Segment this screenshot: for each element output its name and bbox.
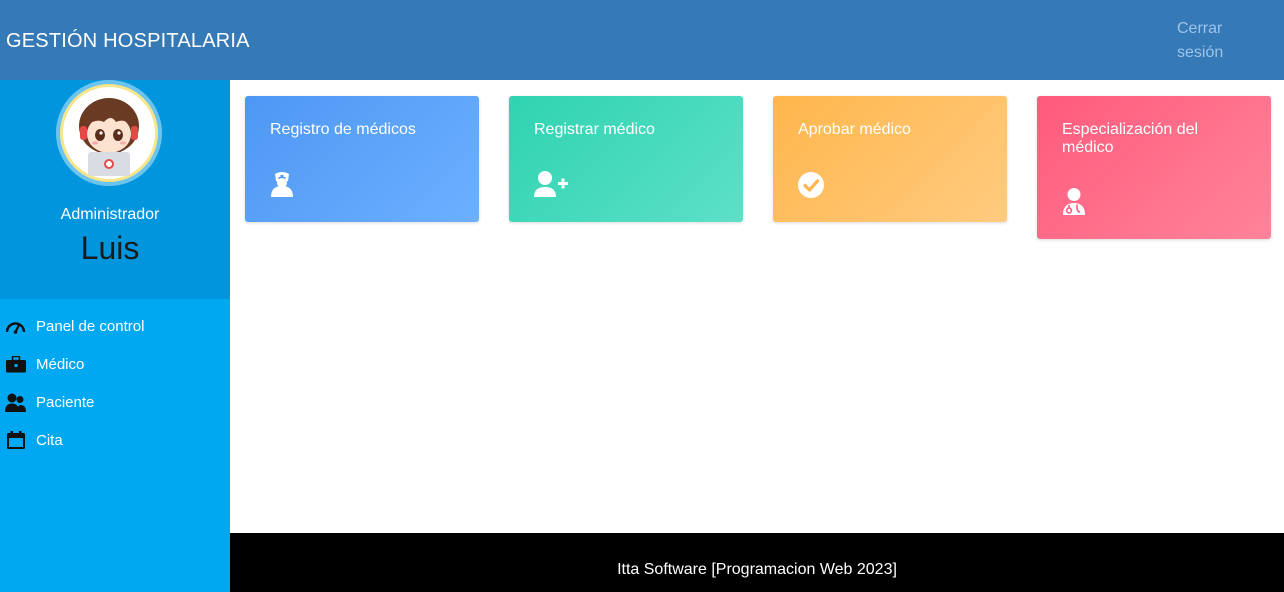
sidebar-item-paciente[interactable]: Paciente xyxy=(0,383,230,421)
user-name: Luis xyxy=(80,230,140,266)
app-title[interactable]: GESTIÓN HOSPITALARIA xyxy=(6,30,250,53)
calendar-icon xyxy=(5,430,26,450)
sidebar-item-panel-de-control[interactable]: Panel de control xyxy=(0,307,230,345)
sidebar-item-label: Cita xyxy=(36,431,63,449)
footer-text: Itta Software [Programacion Web 2023] xyxy=(617,560,897,578)
logout-link[interactable]: Cerrar sesión xyxy=(1177,17,1257,65)
sidebar-item-label: Panel de control xyxy=(36,317,145,335)
user-role: Administrador xyxy=(60,206,160,223)
sidebar-item-label: Médico xyxy=(36,355,85,373)
footer: Itta Software [Programacion Web 2023] xyxy=(230,533,1284,592)
doctor-icon xyxy=(270,171,294,202)
sidebar: Administrador Luis Panel de control Médi… xyxy=(0,80,230,592)
card-title: Registrar médico xyxy=(534,121,655,138)
card-registro-de-medicos[interactable]: Registro de médicos xyxy=(245,96,479,222)
card-aprobar-medico[interactable]: Aprobar médico xyxy=(773,96,1007,222)
users-icon xyxy=(5,392,26,412)
check-circle-icon xyxy=(798,172,824,203)
sidebar-item-cita[interactable]: Cita xyxy=(0,421,230,459)
card-title: Aprobar médico xyxy=(798,121,911,138)
profile-panel: Administrador Luis xyxy=(0,80,230,299)
card-title: Registro de médicos xyxy=(270,121,416,138)
card-especializacion-del-medico[interactable]: Especialización del médico xyxy=(1037,96,1271,239)
dashboard-content: Registro de médicos Registrar médico Apr… xyxy=(230,80,1284,533)
sidebar-nav: Panel de control Médico Paciente Cita xyxy=(0,307,230,459)
sidebar-item-label: Paciente xyxy=(36,393,95,411)
card-registrar-medico[interactable]: Registrar médico xyxy=(509,96,743,222)
sidebar-item-medico[interactable]: Médico xyxy=(0,345,230,383)
gauge-icon xyxy=(5,316,26,336)
user-plus-icon xyxy=(534,171,568,202)
top-navbar: GESTIÓN HOSPITALARIA Cerrar sesión xyxy=(0,0,1284,80)
avatar xyxy=(56,80,162,186)
briefcase-icon xyxy=(5,354,26,374)
user-doctor-icon xyxy=(1062,188,1086,220)
card-title: Especialización del médico xyxy=(1062,121,1199,156)
